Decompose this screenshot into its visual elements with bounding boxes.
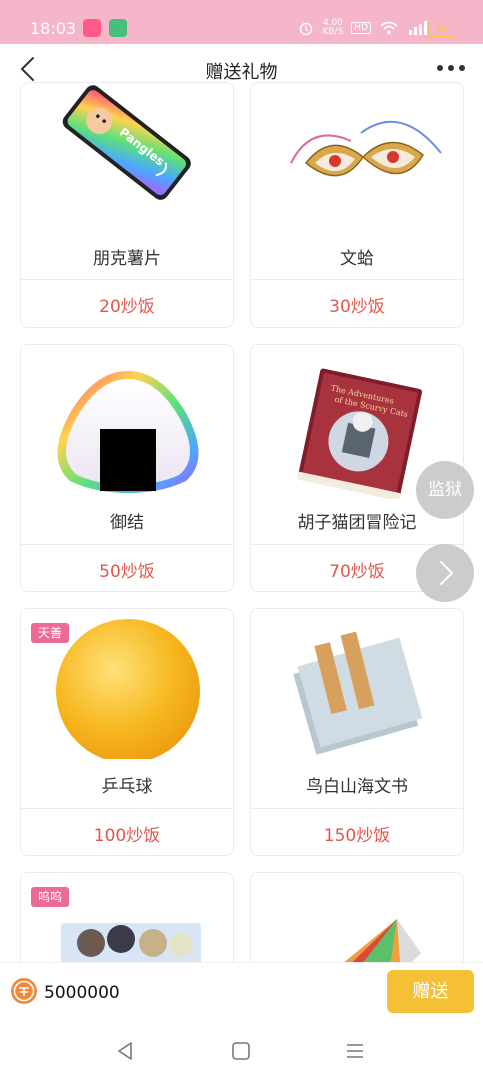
coin-balance: 5000000 — [44, 983, 120, 1003]
status-bar: 18:03 4.00 KB/S HD 82 — [0, 0, 483, 44]
more-dot-icon — [437, 65, 443, 71]
gift-badge: 呜呜 — [31, 887, 70, 907]
next-button[interactable] — [416, 544, 474, 602]
alarm-icon — [300, 22, 313, 36]
app-notification-icon — [109, 19, 127, 37]
gift-name: 文蛤 — [340, 249, 374, 269]
gift-card[interactable]: Pangles 朋克薯片 20炒饭 — [20, 82, 234, 328]
card-divider — [21, 279, 233, 280]
status-time: 18:03 — [30, 19, 77, 38]
gift-price: 150炒饭 — [323, 826, 391, 846]
gift-name: 御结 — [110, 513, 144, 533]
status-icons: 4.00 KB/S HD — [298, 19, 429, 37]
battery-icon: 82 — [428, 23, 456, 37]
gift-price: 20炒饭 — [99, 297, 155, 317]
chevron-right-icon — [440, 561, 454, 585]
more-dot-icon — [459, 65, 465, 71]
gift-price: 50炒饭 — [99, 562, 155, 582]
card-divider — [21, 544, 233, 545]
hd-icon: HD — [351, 22, 371, 34]
card-divider — [21, 808, 233, 809]
gift-name: 鸟白山海文书 — [306, 777, 408, 797]
more-dot-icon — [448, 65, 454, 71]
bottom-bar: 5000000 赠送 — [0, 962, 483, 1022]
anime-poster-icon — [61, 923, 201, 967]
clam-icon — [290, 120, 442, 177]
send-gift-button[interactable]: 赠送 — [387, 970, 474, 1013]
more-options-button[interactable] — [433, 56, 469, 80]
gift-card[interactable]: 御结 50炒饭 — [20, 344, 234, 592]
gift-card[interactable]: 呜呜 — [20, 872, 234, 968]
page-title: 赠送礼物 — [205, 62, 278, 83]
gift-card[interactable] — [250, 872, 464, 968]
wifi-icon — [380, 21, 398, 35]
paper-plane-icon — [338, 919, 421, 967]
document-icon — [293, 631, 423, 755]
nav-menu-icon[interactable] — [344, 1040, 366, 1062]
gift-name: 朋克薯片 — [93, 249, 161, 269]
gift-price: 30炒饭 — [329, 297, 385, 317]
onigiri-icon — [57, 371, 199, 493]
chips-can-icon: Pangles — [62, 85, 191, 200]
gift-card[interactable]: 鸟白山海文书 150炒饭 — [250, 608, 464, 856]
system-nav-bar — [0, 1022, 483, 1080]
card-divider — [251, 808, 463, 809]
jail-button[interactable]: 监狱 — [416, 461, 474, 519]
app-notification-icon — [83, 19, 101, 37]
network-speed: 4.00 KB/S — [322, 18, 344, 37]
jail-label: 监狱 — [428, 480, 462, 500]
gift-name: 乒乓球 — [101, 777, 153, 797]
gift-card[interactable]: 文蛤 30炒饭 — [250, 82, 464, 328]
gift-badge: 天善 — [31, 623, 70, 643]
gift-price: 100炒饭 — [93, 826, 161, 846]
gift-card[interactable]: 天善 乒乓球 100炒饭 — [20, 608, 234, 856]
card-divider — [251, 279, 463, 280]
coin-icon — [11, 978, 37, 1004]
signal-icon — [409, 21, 427, 35]
nav-home-icon[interactable] — [230, 1040, 252, 1062]
nav-back-icon[interactable] — [114, 1040, 136, 1062]
